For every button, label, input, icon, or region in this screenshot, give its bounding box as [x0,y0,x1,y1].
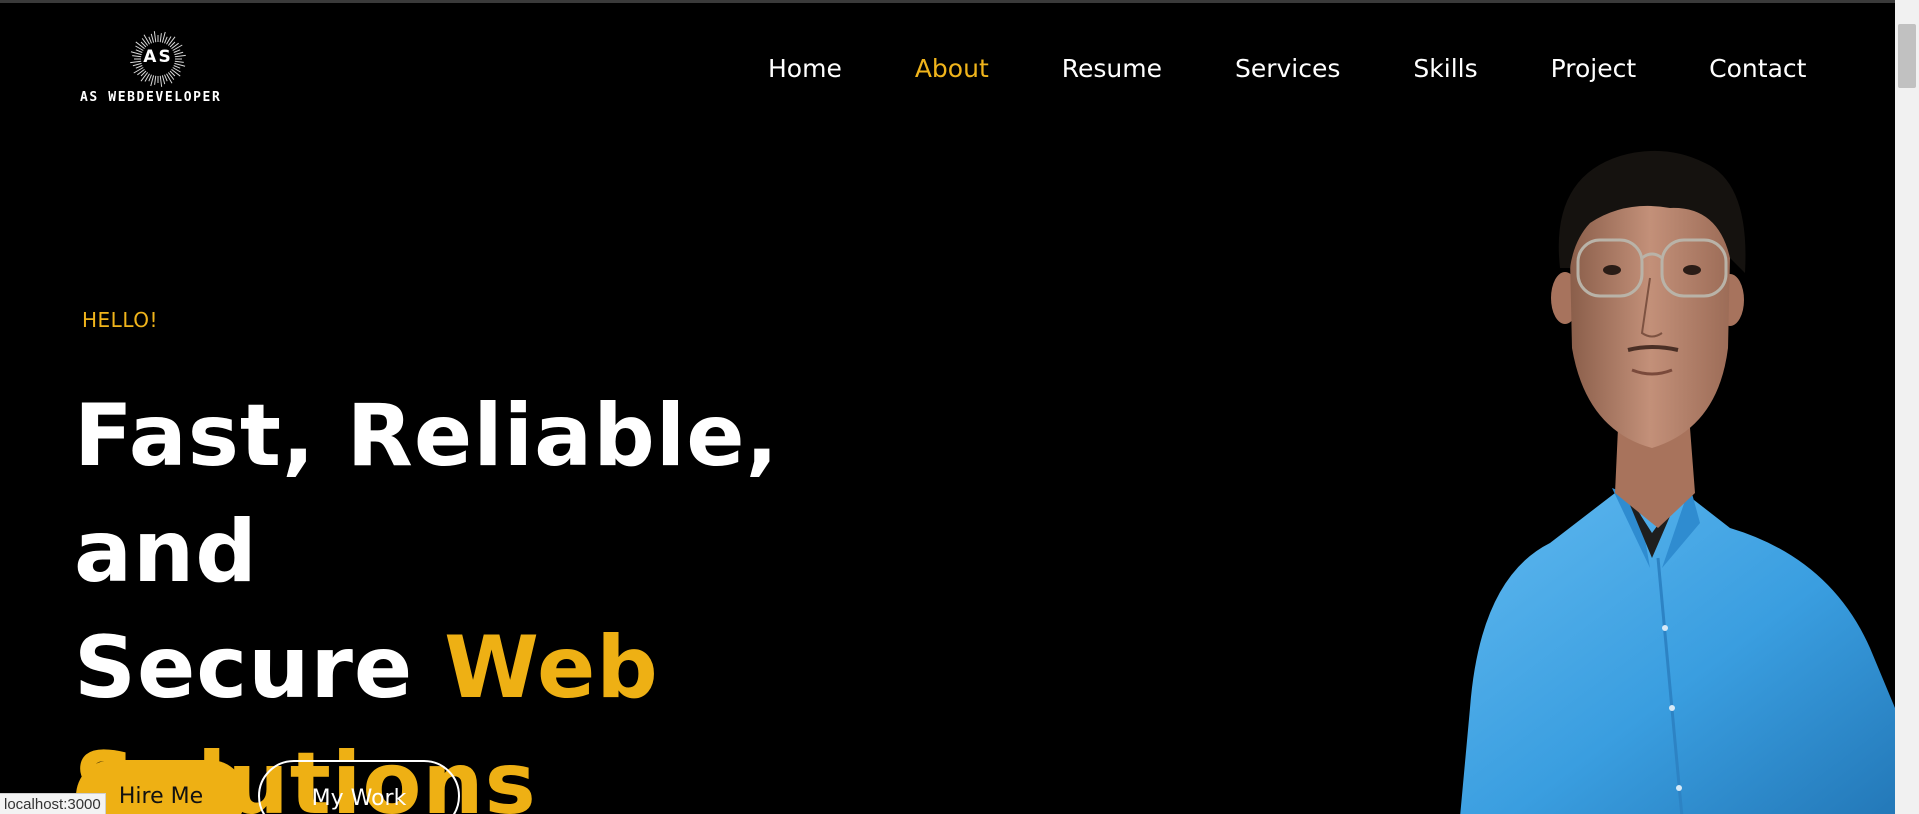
nav-item-skills[interactable]: Skills [1413,54,1477,83]
nav-item-home[interactable]: Home [768,54,842,83]
nav-item-services[interactable]: Services [1235,54,1340,83]
my-work-button[interactable]: My Work [258,760,460,814]
logo-text: AS WEBDEVELOPER [80,90,222,105]
headline-line-2-accent: Web [444,618,659,718]
main-nav: Home About Resume Services Skills Projec… [768,51,1806,85]
status-bar-url: localhost:3000 [0,793,106,814]
logo-monogram: AS [143,47,173,67]
site-logo[interactable]: AS AS WEBDEVELOPER [76,31,256,107]
nav-item-resume[interactable]: Resume [1062,54,1162,83]
page: AS AS WEBDEVELOPER Home About Resume Ser… [0,3,1895,814]
vertical-scrollbar[interactable] [1895,0,1919,814]
nav-item-contact[interactable]: Contact [1709,54,1806,83]
nav-item-project[interactable]: Project [1551,54,1637,83]
scrollbar-thumb[interactable] [1898,24,1916,88]
hero-greeting: HELLO! [82,308,159,332]
nav-item-about[interactable]: About [915,54,989,83]
hero-headline: Fast, Reliable, and Secure Web Solutions [74,378,974,814]
headline-line-2-white: Secure [74,618,445,718]
profile-portrait-image [1400,148,1895,814]
headline-line-1: Fast, Reliable, and [74,386,780,602]
